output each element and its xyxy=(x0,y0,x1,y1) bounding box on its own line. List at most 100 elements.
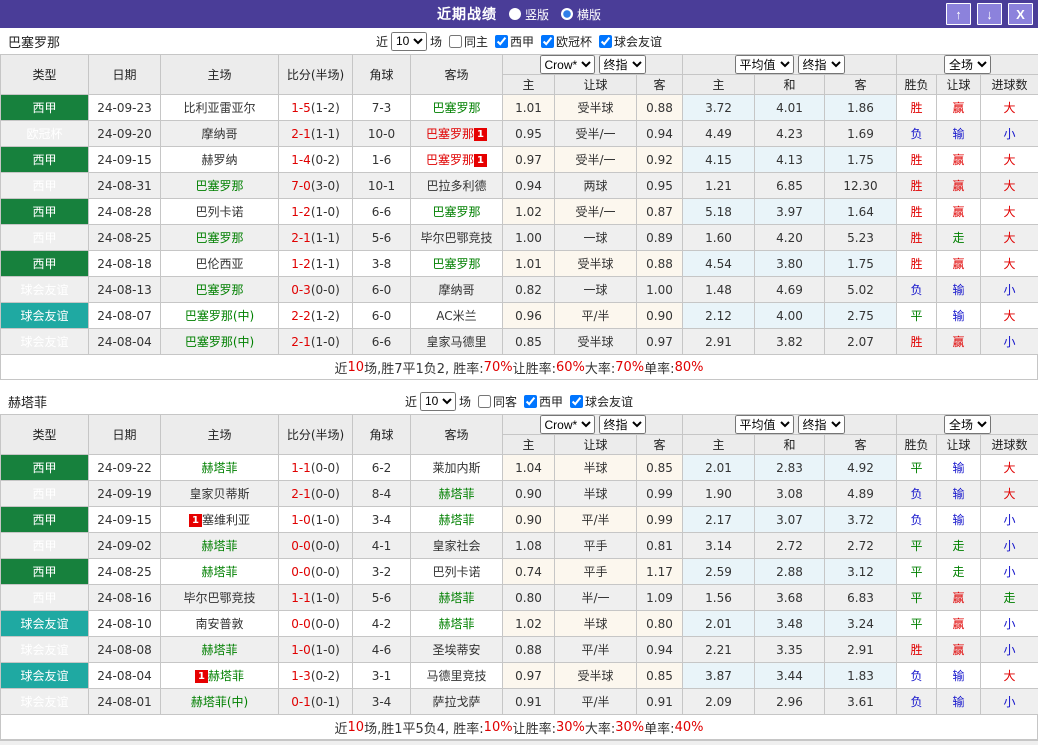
sub-column-header: 主 xyxy=(503,75,555,95)
match-count-select[interactable]: 10 xyxy=(420,392,456,411)
halftime-score: (1-2) xyxy=(311,309,340,323)
summary-segment: 80% xyxy=(675,360,704,375)
odds-away: 0.88 xyxy=(637,95,683,121)
avg-home: 2.17 xyxy=(683,507,755,533)
odds-home: 0.94 xyxy=(503,173,555,199)
away-team: 赫塔菲 xyxy=(411,481,503,507)
avg-home: 1.48 xyxy=(683,277,755,303)
result-outcome: 胜 xyxy=(897,637,937,663)
filter-checkbox-同主[interactable]: 同主 xyxy=(445,33,488,50)
result-outcome: 胜 xyxy=(897,225,937,251)
checkbox-input[interactable] xyxy=(524,395,537,408)
fulltime-score: 0-0 xyxy=(291,539,311,553)
avg-away: 6.83 xyxy=(825,585,897,611)
odds-source-select[interactable]: Crow* xyxy=(540,55,595,74)
odds-source-select[interactable]: Crow* xyxy=(540,415,595,434)
match-row: 球会友谊24-08-13巴塞罗那0-3(0-0)6-0摩纳哥0.82一球1.00… xyxy=(1,277,1038,303)
sub-column-header: 和 xyxy=(755,435,825,455)
summary-segment: 单率: xyxy=(644,718,674,737)
results-table: 类型日期主场比分(半场)角球客场Crow*终指平均值终指全场主让球客主和客胜负让… xyxy=(0,54,1038,355)
handicap-line: 半球 xyxy=(555,481,637,507)
move-up-button[interactable]: ↑ xyxy=(946,3,971,25)
avg-draw: 4.23 xyxy=(755,121,825,147)
fulltime-score: 1-1 xyxy=(291,591,311,605)
match-count-select[interactable]: 10 xyxy=(391,32,427,51)
result-outcome: 平 xyxy=(897,455,937,481)
odds-away: 0.85 xyxy=(637,455,683,481)
odds-away: 0.92 xyxy=(637,147,683,173)
result-outcome: 负 xyxy=(897,277,937,303)
sections-container: 巴塞罗那近10场同主西甲欧冠杯球会友谊类型日期主场比分(半场)角球客场Crow*… xyxy=(0,28,1038,740)
result-goals: 小 xyxy=(981,277,1038,303)
match-date: 24-08-10 xyxy=(89,611,161,637)
team-label: 巴塞罗那(中) xyxy=(185,335,254,349)
avg-away: 4.92 xyxy=(825,455,897,481)
avg-draw: 3.44 xyxy=(755,663,825,689)
close-button[interactable]: X xyxy=(1008,3,1033,25)
handicap-line: 受半球 xyxy=(555,329,637,355)
team-label: 赫塔菲(中) xyxy=(191,695,248,709)
odds-source-select[interactable]: 平均值 xyxy=(735,55,794,74)
odds-source-select[interactable]: 终指 xyxy=(798,55,845,74)
filter-checkbox-欧冠杯[interactable]: 欧冠杯 xyxy=(537,33,592,50)
match-date: 24-09-15 xyxy=(89,147,161,173)
odds-source-select[interactable]: 平均值 xyxy=(735,415,794,434)
filter-checkbox-西甲[interactable]: 西甲 xyxy=(491,33,534,50)
result-goals: 小 xyxy=(981,559,1038,585)
sub-column-header: 客 xyxy=(637,75,683,95)
checkbox-label: 西甲 xyxy=(539,393,563,410)
away-team: 莱加内斯 xyxy=(411,455,503,481)
halftime-score: (0-2) xyxy=(311,669,340,683)
column-header: 客场 xyxy=(411,55,503,95)
odds-away: 0.91 xyxy=(637,689,683,715)
section-gap xyxy=(0,380,1038,388)
odds-source-select[interactable]: 全场 xyxy=(944,55,991,74)
handicap-line: 半球 xyxy=(555,611,637,637)
corners: 10-1 xyxy=(353,173,411,199)
odds-source-select[interactable]: 终指 xyxy=(599,415,646,434)
filter-checkbox-球会友谊[interactable]: 球会友谊 xyxy=(566,393,633,410)
filter-checkbox-同客[interactable]: 同客 xyxy=(474,393,517,410)
checkbox-input[interactable] xyxy=(599,35,612,48)
odds-source-select[interactable]: 终指 xyxy=(599,55,646,74)
layout-radio-horizontal[interactable]: 横版 xyxy=(561,6,601,23)
halftime-score: (1-0) xyxy=(311,643,340,657)
team-label: 巴塞罗那 xyxy=(195,179,243,193)
away-team: 皇家社会 xyxy=(411,533,503,559)
team-label: 马德里竞技 xyxy=(426,669,486,683)
halftime-score: (1-0) xyxy=(311,591,340,605)
checkbox-input[interactable] xyxy=(495,35,508,48)
result-goals: 大 xyxy=(981,225,1038,251)
avg-away: 12.30 xyxy=(825,173,897,199)
home-team: 赫罗纳 xyxy=(161,147,279,173)
fulltime-score: 1-0 xyxy=(291,643,311,657)
checkbox-input[interactable] xyxy=(541,35,554,48)
filter-checkbox-西甲[interactable]: 西甲 xyxy=(520,393,563,410)
avg-away: 3.61 xyxy=(825,689,897,715)
odds-source-select[interactable]: 全场 xyxy=(944,415,991,434)
move-down-button[interactable]: ↓ xyxy=(977,3,1002,25)
match-row: 西甲24-08-16毕尔巴鄂竞技1-1(1-0)5-6赫塔菲0.80半/一1.0… xyxy=(1,585,1038,611)
team-label: 赫塔菲 xyxy=(438,487,474,501)
layout-radio-vertical[interactable]: 竖版 xyxy=(509,6,549,23)
fulltime-score: 1-3 xyxy=(291,669,311,683)
team-label: 皇家马德里 xyxy=(426,335,486,349)
result-goals: 大 xyxy=(981,303,1038,329)
sub-column-header: 客 xyxy=(825,75,897,95)
bottom-strip xyxy=(0,740,1038,745)
home-team: 巴塞罗那(中) xyxy=(161,303,279,329)
checkbox-input[interactable] xyxy=(478,395,491,408)
team-label: 南安普敦 xyxy=(195,617,243,631)
filter-checkbox-球会友谊[interactable]: 球会友谊 xyxy=(595,33,662,50)
checkbox-input[interactable] xyxy=(449,35,462,48)
fulltime-score: 2-1 xyxy=(291,335,311,349)
checkbox-input[interactable] xyxy=(570,395,583,408)
avg-home: 4.54 xyxy=(683,251,755,277)
home-team: 赫塔菲 xyxy=(161,637,279,663)
home-team: 赫塔菲 xyxy=(161,455,279,481)
result-outcome: 胜 xyxy=(897,199,937,225)
odds-source-select[interactable]: 终指 xyxy=(798,415,845,434)
odds-home: 0.82 xyxy=(503,277,555,303)
home-team: 赫塔菲 xyxy=(161,559,279,585)
league-badge: 西甲 xyxy=(1,533,89,559)
